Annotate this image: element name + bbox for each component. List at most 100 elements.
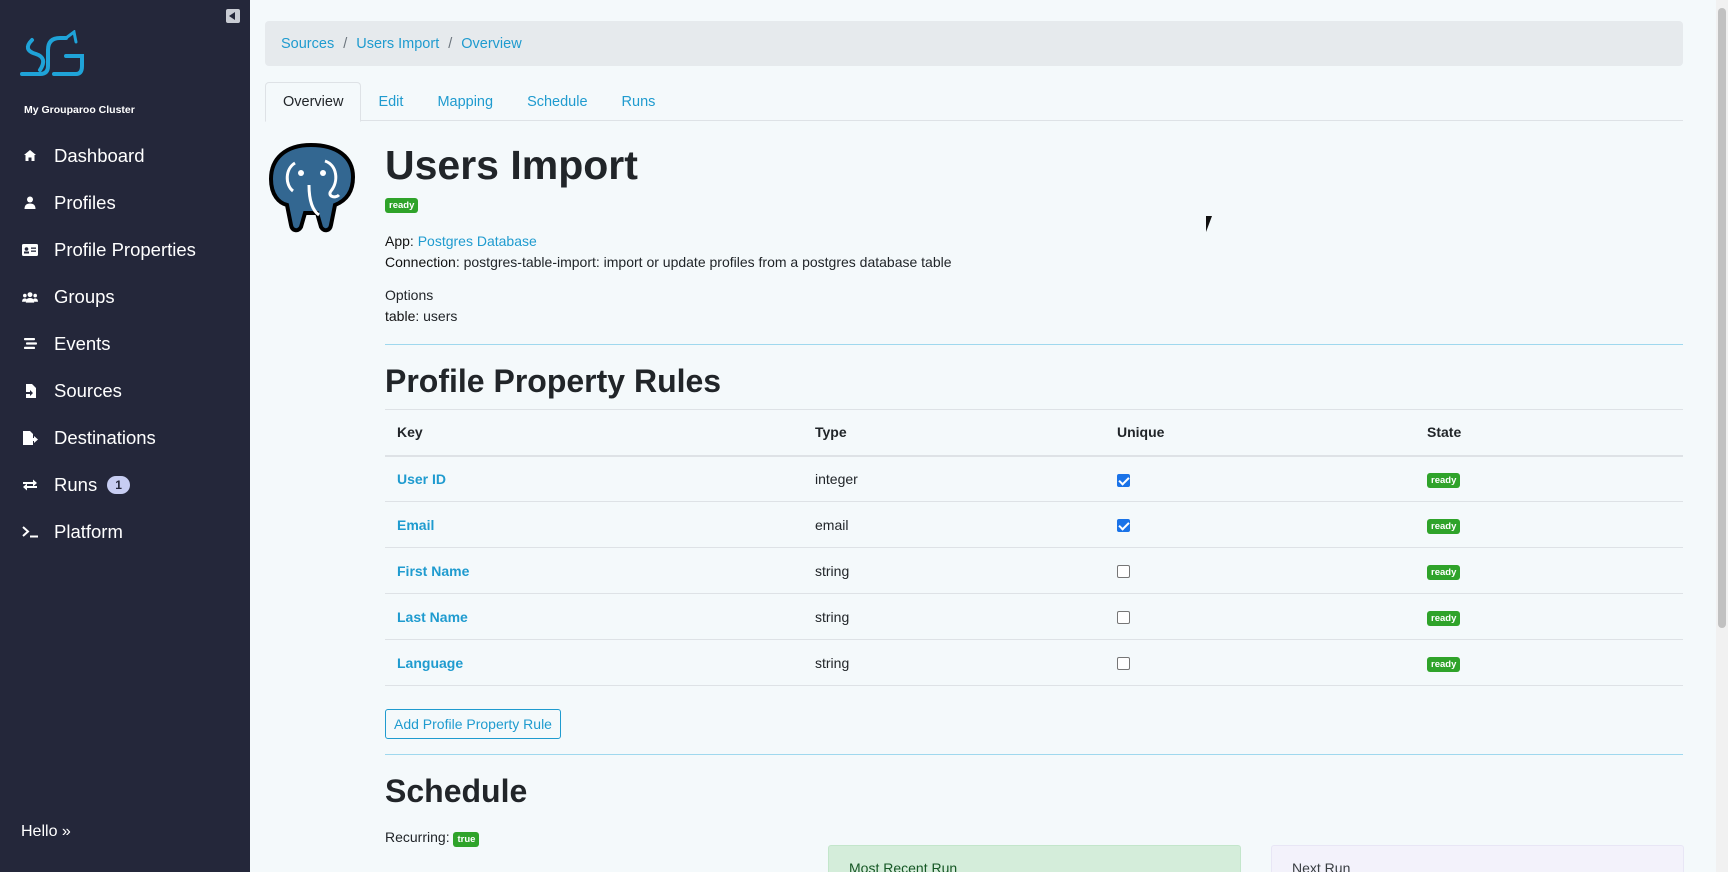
status-badge: ready xyxy=(1427,610,1461,626)
mouse-cursor-icon xyxy=(1206,216,1218,232)
tab-schedule[interactable]: Schedule xyxy=(510,82,604,121)
table-row: First Name string ready xyxy=(385,547,1683,594)
column-header-unique: Unique xyxy=(1105,409,1415,457)
column-header-key: Key xyxy=(385,409,803,457)
rule-state-cell: ready xyxy=(1415,639,1683,686)
rules-heading: Profile Property Rules xyxy=(385,363,722,399)
recurring-badge: true xyxy=(453,832,480,847)
sidebar-nav: Dashboard Profiles Profile Properties Gr… xyxy=(0,132,250,555)
postgres-elephant-icon xyxy=(268,142,356,233)
file-export-icon xyxy=(22,430,38,446)
app-link[interactable]: Postgres Database xyxy=(418,233,537,249)
rule-state-cell: ready xyxy=(1415,501,1683,548)
cluster-name: My Grouparoo Cluster xyxy=(24,104,135,116)
sidebar-item-runs[interactable]: Runs 1 xyxy=(0,461,250,508)
sidebar-item-dashboard[interactable]: Dashboard xyxy=(0,132,250,179)
rule-type: string xyxy=(803,547,1105,594)
rule-key-link[interactable]: User ID xyxy=(385,455,803,502)
table-header-row: Key Type Unique State xyxy=(385,409,1683,457)
status-badge: ready xyxy=(1427,656,1461,672)
breadcrumb-separator: / xyxy=(448,35,453,52)
unique-checkbox[interactable] xyxy=(1117,611,1130,625)
rule-type: string xyxy=(803,593,1105,640)
sidebar-item-groups[interactable]: Groups xyxy=(0,273,250,320)
next-run-title: Next Run xyxy=(1292,860,1351,872)
schedule-heading: Schedule xyxy=(385,773,528,809)
table-row: Email email ready xyxy=(385,501,1683,548)
options-label: Options xyxy=(385,287,434,303)
sidebar-item-events[interactable]: Events xyxy=(0,320,250,367)
sidebar-item-label: Sources xyxy=(54,379,122,401)
collapse-sidebar-icon[interactable] xyxy=(226,9,240,23)
tab-bar: Overview Edit Mapping Schedule Runs xyxy=(265,82,1683,122)
breadcrumb-overview[interactable]: Overview xyxy=(461,36,521,52)
rule-state-cell: ready xyxy=(1415,593,1683,640)
add-profile-property-rule-button[interactable]: Add Profile Property Rule xyxy=(385,709,561,739)
status-badge: ready xyxy=(1427,518,1461,534)
tab-edit[interactable]: Edit xyxy=(361,82,420,121)
sidebar-item-label: Profile Properties xyxy=(54,238,196,260)
sidebar-item-profile-properties[interactable]: Profile Properties xyxy=(0,226,250,273)
sidebar-item-profiles[interactable]: Profiles xyxy=(0,179,250,226)
unique-checkbox[interactable] xyxy=(1117,657,1130,671)
sidebar-item-platform[interactable]: Platform xyxy=(0,508,250,555)
rule-key-link[interactable]: Last Name xyxy=(385,593,803,640)
stream-icon xyxy=(22,336,38,352)
unique-checkbox[interactable] xyxy=(1117,565,1130,579)
breadcrumb-sources[interactable]: Sources xyxy=(281,36,334,52)
breadcrumb-separator: / xyxy=(343,35,348,52)
rule-unique-cell xyxy=(1105,547,1415,594)
rule-type: string xyxy=(803,639,1105,686)
home-icon xyxy=(22,148,38,164)
rule-key-link[interactable]: Email xyxy=(385,501,803,548)
rule-type: email xyxy=(803,501,1105,548)
sidebar-item-label: Events xyxy=(54,332,111,354)
connection-label: Connection xyxy=(385,254,456,270)
id-card-icon xyxy=(22,242,38,258)
column-header-state: State xyxy=(1415,409,1683,457)
scrollbar-thumb[interactable] xyxy=(1718,8,1726,628)
terminal-icon xyxy=(22,524,38,540)
breadcrumb-users-import[interactable]: Users Import xyxy=(356,36,439,52)
rule-unique-cell xyxy=(1105,593,1415,640)
app-label: App xyxy=(385,233,410,249)
option-value: users xyxy=(423,308,458,324)
sidebar-item-sources[interactable]: Sources xyxy=(0,367,250,414)
option-key: table xyxy=(385,308,416,324)
rule-key-link[interactable]: First Name xyxy=(385,547,803,594)
users-icon xyxy=(22,289,38,305)
grouparoo-logo-icon[interactable] xyxy=(18,30,86,82)
sidebar-item-label: Dashboard xyxy=(54,144,145,166)
exchange-icon xyxy=(22,477,38,493)
divider xyxy=(385,344,1683,345)
unique-checkbox[interactable] xyxy=(1117,519,1130,533)
tab-mapping[interactable]: Mapping xyxy=(420,82,510,121)
sidebar-item-label: Runs xyxy=(54,473,98,495)
sidebar-item-label: Destinations xyxy=(54,426,156,448)
rule-unique-cell xyxy=(1105,639,1415,686)
user-icon xyxy=(22,195,38,211)
page-title: Users Import xyxy=(385,142,638,188)
rule-type: integer xyxy=(803,455,1105,502)
divider xyxy=(385,754,1683,755)
sidebar-item-label: Profiles xyxy=(54,191,116,213)
rules-table: Key Type Unique State User ID integer read… xyxy=(385,409,1683,686)
sidebar-item-destinations[interactable]: Destinations xyxy=(0,414,250,461)
table-row: Language string ready xyxy=(385,639,1683,686)
table-row: Last Name string ready xyxy=(385,593,1683,640)
tab-overview[interactable]: Overview xyxy=(265,82,362,122)
sidebar: My Grouparoo Cluster Dashboard Profiles … xyxy=(0,0,250,872)
rule-state-cell: ready xyxy=(1415,547,1683,594)
rule-key-link[interactable]: Language xyxy=(385,639,803,686)
file-import-icon xyxy=(22,383,38,399)
sidebar-item-label: Groups xyxy=(54,285,115,307)
hello-menu[interactable]: Hello » xyxy=(21,823,71,841)
status-badge: ready xyxy=(1427,472,1461,488)
table-row: User ID integer ready xyxy=(385,455,1683,502)
tab-runs[interactable]: Runs xyxy=(605,82,673,121)
status-badge: ready xyxy=(385,198,419,213)
unique-checkbox[interactable] xyxy=(1117,473,1130,487)
runs-count-badge: 1 xyxy=(107,475,130,494)
rule-unique-cell xyxy=(1105,501,1415,548)
next-run-card: Next Run xyxy=(1271,845,1684,872)
